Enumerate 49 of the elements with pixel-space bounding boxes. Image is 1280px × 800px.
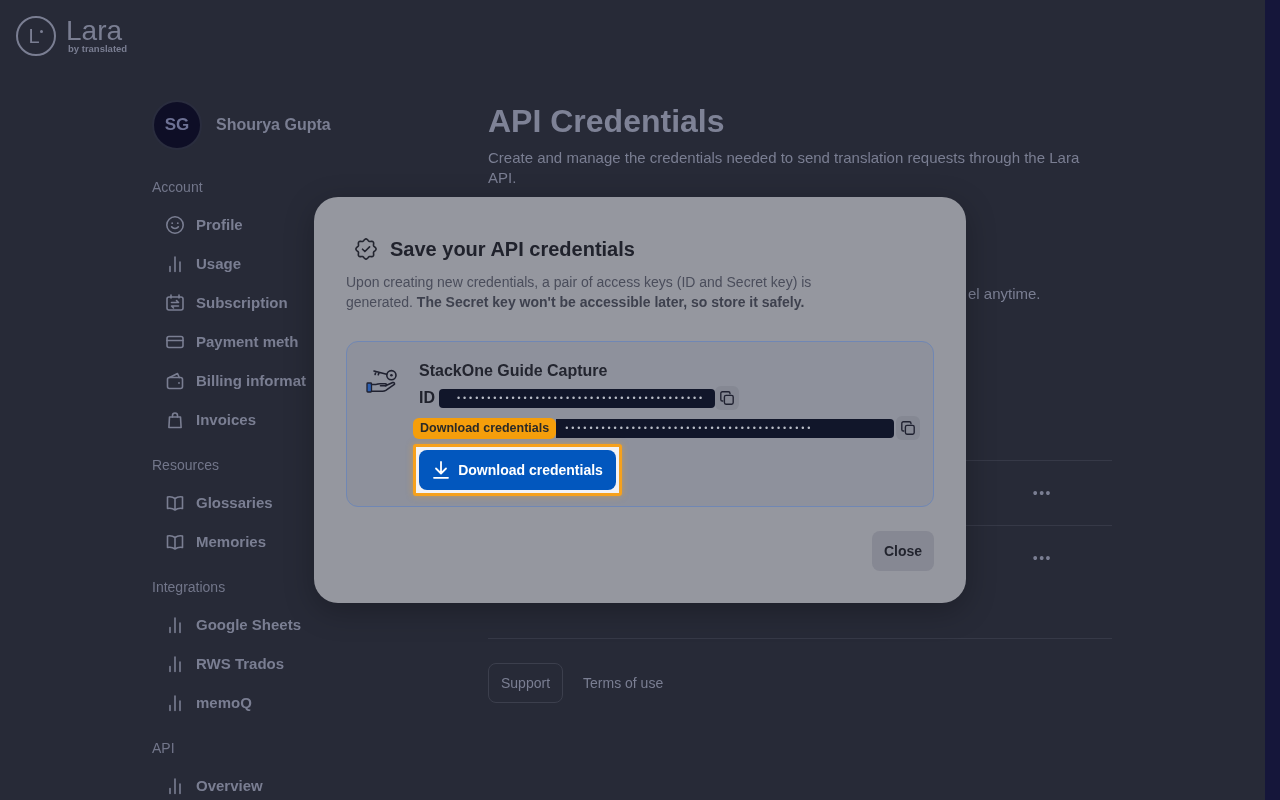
shopping-bag-icon	[165, 410, 185, 430]
more-button[interactable]: •••	[1032, 486, 1052, 500]
credential-name: StackOne Guide Capture	[419, 361, 608, 381]
sidebar-item[interactable]: Profile	[165, 215, 243, 235]
masked-secret-key: •••••••••••••••••••••••••••••••••••••••••	[556, 418, 895, 438]
copy-button[interactable]	[896, 416, 921, 440]
page-title: API Credentials	[488, 102, 726, 140]
close-button[interactable]: Close	[871, 531, 934, 571]
copy-icon	[720, 391, 734, 405]
footer-link[interactable]: Terms of use	[583, 672, 664, 694]
page-description: Create and manage the credentials needed to send translation requests through the Lara API.	[488, 148, 1081, 188]
sidebar-item[interactable]: Overview	[165, 776, 263, 796]
sidebar-heading: Account	[152, 178, 203, 197]
wallet-icon	[165, 371, 185, 391]
sidebar-heading: Resources	[152, 456, 219, 475]
download-icon	[432, 461, 451, 479]
sidebar-heading: API	[152, 739, 175, 758]
user-name: Shourya Gupta	[216, 115, 331, 135]
sidebar-item[interactable]: memoQ	[165, 693, 252, 713]
sidebar-item[interactable]: Glossaries	[165, 493, 273, 513]
paragraph-fragment: el anytime.	[968, 285, 1041, 302]
masked-id-value: •••••••••••••••••••••••••••••••••••••••••	[439, 388, 715, 408]
user-avatar: SG	[152, 100, 202, 150]
sidebar-item[interactable]: Usage	[165, 254, 242, 274]
calendar-icon	[165, 293, 185, 313]
sidebar-item[interactable]: RWS Trados	[165, 654, 285, 674]
download-button[interactable]: Download credentials	[419, 450, 616, 490]
sidebar-item[interactable]: Subscription	[165, 293, 288, 313]
id-label: ID	[419, 388, 435, 408]
copy-button[interactable]	[715, 386, 739, 410]
badge-check-icon	[355, 238, 377, 260]
sidebar-item[interactable]: Billing informat	[165, 371, 306, 391]
book-icon	[165, 493, 185, 513]
dialog-description: Upon creating new credentials, a pair of access keys (ID and Secret key) is generated. The Secret key won't be accessible later, so store it safely.	[346, 273, 813, 312]
support-button[interactable]: Support	[488, 663, 564, 703]
dialog-title: Save your API credentials	[390, 237, 635, 261]
sidebar-item[interactable]: Payment meth	[165, 332, 299, 352]
sidebar-heading: Integrations	[152, 578, 226, 597]
book-icon	[165, 532, 185, 552]
sidebar-item[interactable]: Memories	[165, 532, 267, 552]
smiley-icon	[165, 215, 185, 235]
copy-icon	[901, 421, 916, 435]
guide-tooltip: Download credentials	[413, 417, 557, 439]
more-button[interactable]: •••	[1032, 551, 1052, 565]
logo-tagline: by translated	[68, 44, 128, 54]
sidebar-item[interactable]: Invoices	[165, 410, 257, 430]
logo-mark: L	[16, 16, 56, 56]
sidebar-item[interactable]: Google Sheets	[165, 615, 302, 635]
logo-name: Lara	[66, 18, 123, 44]
